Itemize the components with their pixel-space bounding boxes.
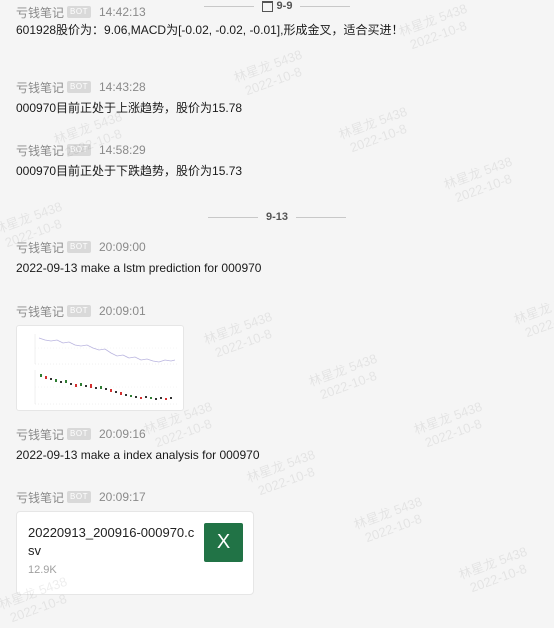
message-meta: 亏钱笔记 BOT 14:42:13 bbox=[16, 4, 403, 20]
message-time: 20:09:00 bbox=[98, 240, 146, 254]
file-attachment-card[interactable]: 20220913_200916-000970.csv 12.9K X bbox=[16, 511, 254, 595]
message-meta: 亏钱笔记 BOT 20:09:16 bbox=[16, 426, 260, 442]
message: 亏钱笔记 BOT 20:09:16 2022-09-13 make a inde… bbox=[16, 426, 260, 463]
message-time: 14:43:28 bbox=[98, 80, 146, 94]
bot-badge: BOT bbox=[67, 428, 91, 440]
date-divider: 9-13 bbox=[0, 209, 554, 225]
bot-badge: BOT bbox=[67, 305, 91, 317]
bot-badge: BOT bbox=[67, 81, 91, 93]
message: 亏钱笔记 BOT 14:43:28 000970目前正处于上涨趋势，股价为15.… bbox=[16, 79, 242, 116]
prediction-chart-thumbnail bbox=[34, 334, 177, 405]
sender-name[interactable]: 亏钱笔记 bbox=[16, 426, 64, 443]
chart-image-thumbnail[interactable] bbox=[16, 325, 184, 411]
bot-badge: BOT bbox=[67, 241, 91, 253]
sender-name[interactable]: 亏钱笔记 bbox=[16, 142, 64, 159]
message-time: 20:09:01 bbox=[98, 304, 146, 318]
message-time: 14:42:13 bbox=[98, 5, 146, 19]
message-time: 14:58:29 bbox=[98, 143, 146, 157]
message: 亏钱笔记 BOT 20:09:17 20220913_200916-000970… bbox=[16, 489, 254, 595]
message: 亏钱笔记 BOT 14:42:13 601928股价为：9.06,MACD为[-… bbox=[16, 5, 403, 38]
message-text[interactable]: 000970目前正处于下跌趋势，股价为15.73 bbox=[16, 163, 242, 179]
message-text[interactable]: 601928股价为：9.06,MACD为[-0.02, -0.02, -0.01… bbox=[16, 22, 403, 38]
bot-badge: BOT bbox=[67, 144, 91, 156]
sender-name[interactable]: 亏钱笔记 bbox=[16, 239, 64, 256]
message-meta: 亏钱笔记 BOT 20:09:17 bbox=[16, 489, 254, 505]
message-time: 20:09:17 bbox=[98, 490, 146, 504]
sender-name[interactable]: 亏钱笔记 bbox=[16, 303, 64, 320]
file-size: 12.9K bbox=[28, 564, 57, 576]
message: 亏钱笔记 BOT 14:58:29 000970目前正处于下跌趋势，股价为15.… bbox=[16, 142, 242, 179]
file-name: 20220913_200916-000970.csv bbox=[28, 525, 195, 558]
message-time: 20:09:16 bbox=[98, 427, 146, 441]
bot-badge: BOT bbox=[67, 6, 91, 18]
chat-area: 9-9 亏钱笔记 BOT 14:42:13 601928股价为：9.06,MAC… bbox=[0, 0, 554, 603]
message-meta: 亏钱笔记 BOT 20:09:00 bbox=[16, 239, 261, 255]
sender-name[interactable]: 亏钱笔记 bbox=[16, 79, 64, 96]
message-text[interactable]: 000970目前正处于上涨趋势，股价为15.78 bbox=[16, 100, 242, 116]
sender-name[interactable]: 亏钱笔记 bbox=[16, 4, 64, 21]
sender-name[interactable]: 亏钱笔记 bbox=[16, 489, 64, 506]
message: 亏钱笔记 BOT 20:09:01 bbox=[16, 303, 184, 411]
date-divider-label: 9-13 bbox=[265, 211, 289, 223]
bot-badge: BOT bbox=[67, 491, 91, 503]
message-meta: 亏钱笔记 BOT 14:43:28 bbox=[16, 79, 242, 95]
message: 亏钱笔记 BOT 20:09:00 2022-09-13 make a lstm… bbox=[16, 239, 261, 276]
message-meta: 亏钱笔记 BOT 20:09:01 bbox=[16, 303, 184, 319]
message-meta: 亏钱笔记 BOT 14:58:29 bbox=[16, 142, 242, 158]
message-text[interactable]: 2022-09-13 make a lstm prediction for 00… bbox=[16, 260, 261, 276]
message-text[interactable]: 2022-09-13 make a index analysis for 000… bbox=[16, 447, 260, 463]
excel-file-icon: X bbox=[204, 523, 243, 562]
